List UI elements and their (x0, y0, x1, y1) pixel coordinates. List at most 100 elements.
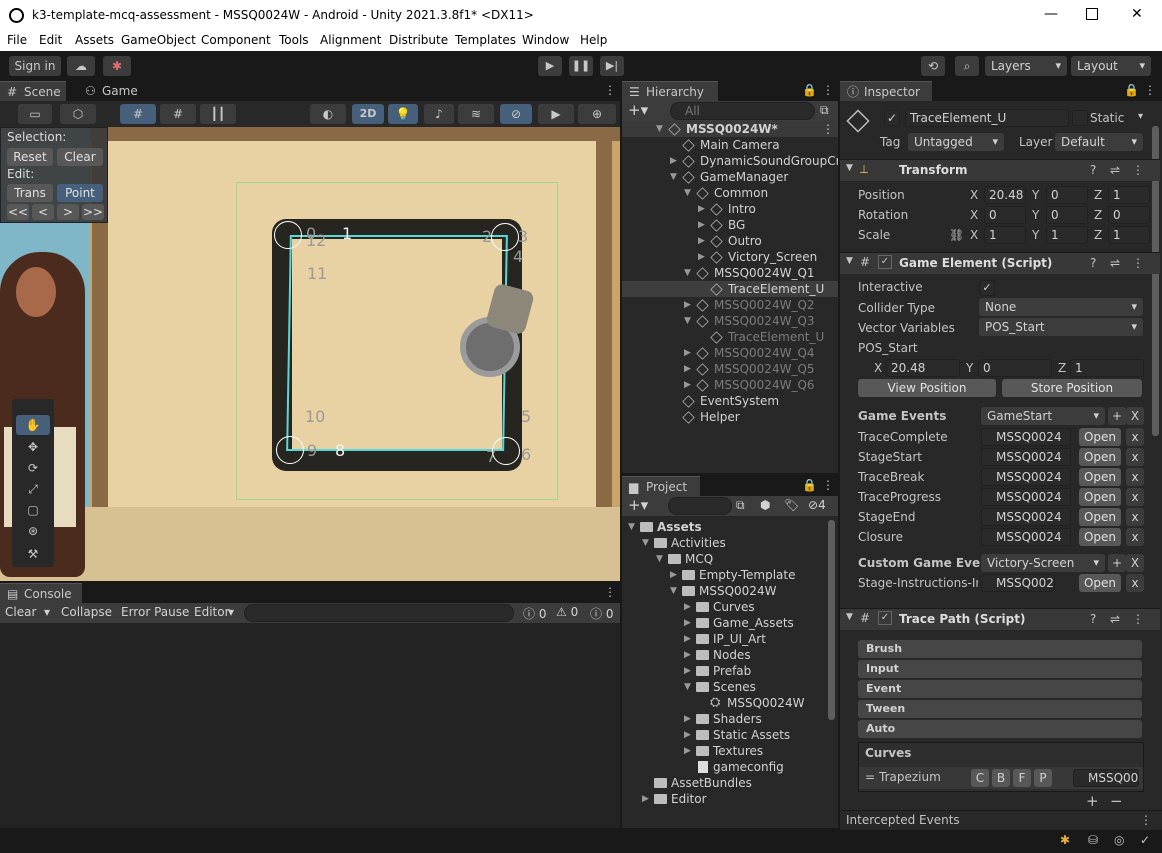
transform-position-z-field[interactable]: 1 (1108, 186, 1150, 204)
collapsed-arrow-icon[interactable]: ▶ (698, 220, 705, 230)
transform-position-y-field[interactable]: 0 (1046, 186, 1088, 204)
hierarchy-item[interactable]: ▶ Victory_Screen (622, 249, 838, 265)
component-menu-icon[interactable]: ⋮ (1132, 256, 1144, 270)
project-item[interactable]: ▶ Static Assets (622, 727, 826, 743)
sign-in-button[interactable]: Sign in (9, 56, 61, 76)
nav-prev-button[interactable]: < (32, 204, 54, 220)
trace-point-label[interactable]: 3 (518, 227, 528, 246)
event-remove-button[interactable]: x (1126, 428, 1144, 446)
transform-rotation-z-field[interactable]: 0 (1108, 206, 1150, 224)
project-item[interactable]: AssetBundles (622, 775, 826, 791)
event-remove-button[interactable]: x (1126, 448, 1144, 466)
project-item[interactable]: ▶ Nodes (622, 647, 826, 663)
trace-point-label[interactable]: 5 (521, 407, 531, 426)
console-menu-icon[interactable]: ⋮ (604, 585, 616, 599)
project-item[interactable]: ▶ Game_Assets (622, 615, 826, 631)
project-item[interactable]: ▶ Editor (622, 791, 826, 807)
hierarchy-item[interactable]: ▼ MSSQ0024W* ⋮ (622, 121, 838, 137)
pos-start-y-field[interactable]: 0 (978, 359, 1052, 377)
grid-toggle-icon[interactable]: # (160, 104, 196, 124)
stage-instructions-remove-button[interactable]: x (1126, 574, 1144, 592)
lock-icon[interactable]: 🔒 (802, 83, 817, 97)
layers-dropdown[interactable]: Layers (985, 56, 1067, 76)
toggle-2d-button[interactable]: 2D (352, 104, 384, 124)
trace-point-label[interactable]: 9 (307, 441, 317, 460)
remove-curve-button[interactable]: − (1110, 792, 1123, 810)
curve-p-button[interactable]: P (1034, 769, 1052, 787)
project-item[interactable]: ▼ Assets (622, 519, 826, 535)
view-position-button[interactable]: View Position (858, 379, 996, 397)
help-icon[interactable]: ? (1090, 163, 1096, 177)
hierarchy-item[interactable]: ▶ DynamicSoundGroupCre (622, 153, 838, 169)
hierarchy-item[interactable]: ▶ Intro (622, 201, 838, 217)
tab-scene[interactable]: # Scene (0, 81, 66, 101)
rect-tool-icon[interactable]: ▢ (16, 500, 50, 520)
project-item[interactable]: ▶ Empty-Template (622, 567, 826, 583)
trace-point-label[interactable]: 10 (305, 407, 325, 426)
collapsed-arrow-icon[interactable]: ▶ (684, 746, 691, 756)
stage-instructions-open-button[interactable]: Open (1079, 574, 1121, 592)
collab-icon[interactable]: ✱ (103, 56, 131, 76)
hierarchy-item[interactable]: ▶ MSSQ0024W_Q2 (622, 297, 838, 313)
control-point-handle[interactable] (491, 223, 519, 251)
info-count-icon[interactable]: ⓘ 0 (523, 605, 546, 622)
section-tween[interactable]: Tween (858, 700, 1142, 718)
label-tag-icon[interactable]: 🏷 (784, 498, 799, 512)
hierarchy-item[interactable]: ▶ MSSQ0024W_Q5 (622, 361, 838, 377)
filter-type-icon[interactable]: ⬢ (760, 498, 770, 512)
section-brush[interactable]: Brush (858, 640, 1142, 658)
custom-game-event-dropdown[interactable]: Victory-Screen (981, 554, 1105, 572)
tab-hierarchy[interactable]: ☰ Hierarchy (622, 81, 718, 101)
event-open-button[interactable]: Open (1079, 508, 1121, 526)
section-input[interactable]: Input (858, 660, 1142, 678)
menu-window[interactable]: Window (522, 33, 569, 47)
menu-file[interactable]: File (7, 33, 27, 47)
lighting-icon[interactable]: 💡 (388, 104, 418, 124)
control-point-handle[interactable] (276, 436, 304, 464)
rotate-tool-icon[interactable]: ⟳ (16, 458, 50, 478)
collapsed-arrow-icon[interactable]: ▶ (684, 634, 691, 644)
event-object-field[interactable]: MSSQ0024 (981, 528, 1071, 546)
project-menu-icon[interactable]: ⋮ (822, 478, 834, 492)
interactive-checkbox[interactable]: ✓ (979, 280, 995, 296)
grid-snap-icon[interactable]: # (120, 104, 156, 124)
event-object-field[interactable]: MSSQ0024 (981, 428, 1071, 446)
error-count-icon[interactable]: ⓘ 0 (590, 605, 613, 622)
expanded-arrow-icon[interactable]: ▼ (628, 522, 635, 532)
pos-start-z-field[interactable]: 1 (1070, 359, 1144, 377)
project-item[interactable]: ▶ Shaders (622, 711, 826, 727)
help-icon[interactable]: ? (1090, 256, 1096, 270)
stage-instructions-object-field[interactable]: MSSQ0024 (981, 574, 1055, 592)
menu-templates[interactable]: Templates (455, 33, 516, 47)
tag-dropdown[interactable]: Untagged (908, 133, 1004, 151)
collapsed-arrow-icon[interactable]: ▶ (670, 570, 677, 580)
hierarchy-item[interactable]: ▼ MSSQ0024W_Q3 (622, 313, 838, 329)
project-item[interactable]: ▼ MCQ (622, 551, 826, 567)
event-remove-button[interactable]: x (1126, 488, 1144, 506)
event-open-button[interactable]: Open (1079, 468, 1121, 486)
menu-help[interactable]: Help (580, 33, 607, 47)
collapsed-arrow-icon[interactable]: ▶ (684, 666, 691, 676)
pos-start-x-field[interactable]: 20.48 (886, 359, 960, 377)
transform-scale-y-field[interactable]: 1 (1046, 226, 1088, 244)
remove-event-button[interactable]: X (1126, 407, 1144, 425)
collapsed-arrow-icon[interactable]: ▶ (670, 156, 677, 166)
event-open-button[interactable]: Open (1079, 488, 1121, 506)
hierarchy-item[interactable]: Helper (622, 409, 838, 425)
collapsed-arrow-icon[interactable]: ▶ (698, 252, 705, 262)
help-icon[interactable]: ? (1090, 612, 1096, 626)
search-mode-icon[interactable]: ⧉ (820, 103, 829, 118)
transform-rotation-x-field[interactable]: 0 (984, 206, 1026, 224)
event-object-field[interactable]: MSSQ0024 (981, 488, 1071, 506)
hierarchy-item[interactable]: TraceElement_U (622, 281, 838, 297)
transform-rotation-y-field[interactable]: 0 (1046, 206, 1088, 224)
clear-selection-button[interactable]: Clear (57, 148, 103, 166)
search-by-type-icon[interactable]: ⧉ (736, 498, 745, 513)
curve-f-button[interactable]: F (1013, 769, 1031, 787)
hierarchy-item[interactable]: ▶ Outro (622, 233, 838, 249)
component-menu-icon[interactable]: ⋮ (1132, 612, 1144, 626)
layer-dropdown[interactable]: Default (1055, 133, 1143, 151)
nav-last-button[interactable]: >> (82, 204, 104, 220)
store-position-button[interactable]: Store Position (1002, 379, 1142, 397)
splitter-handle-icon[interactable]: ⋮ (1140, 813, 1152, 827)
